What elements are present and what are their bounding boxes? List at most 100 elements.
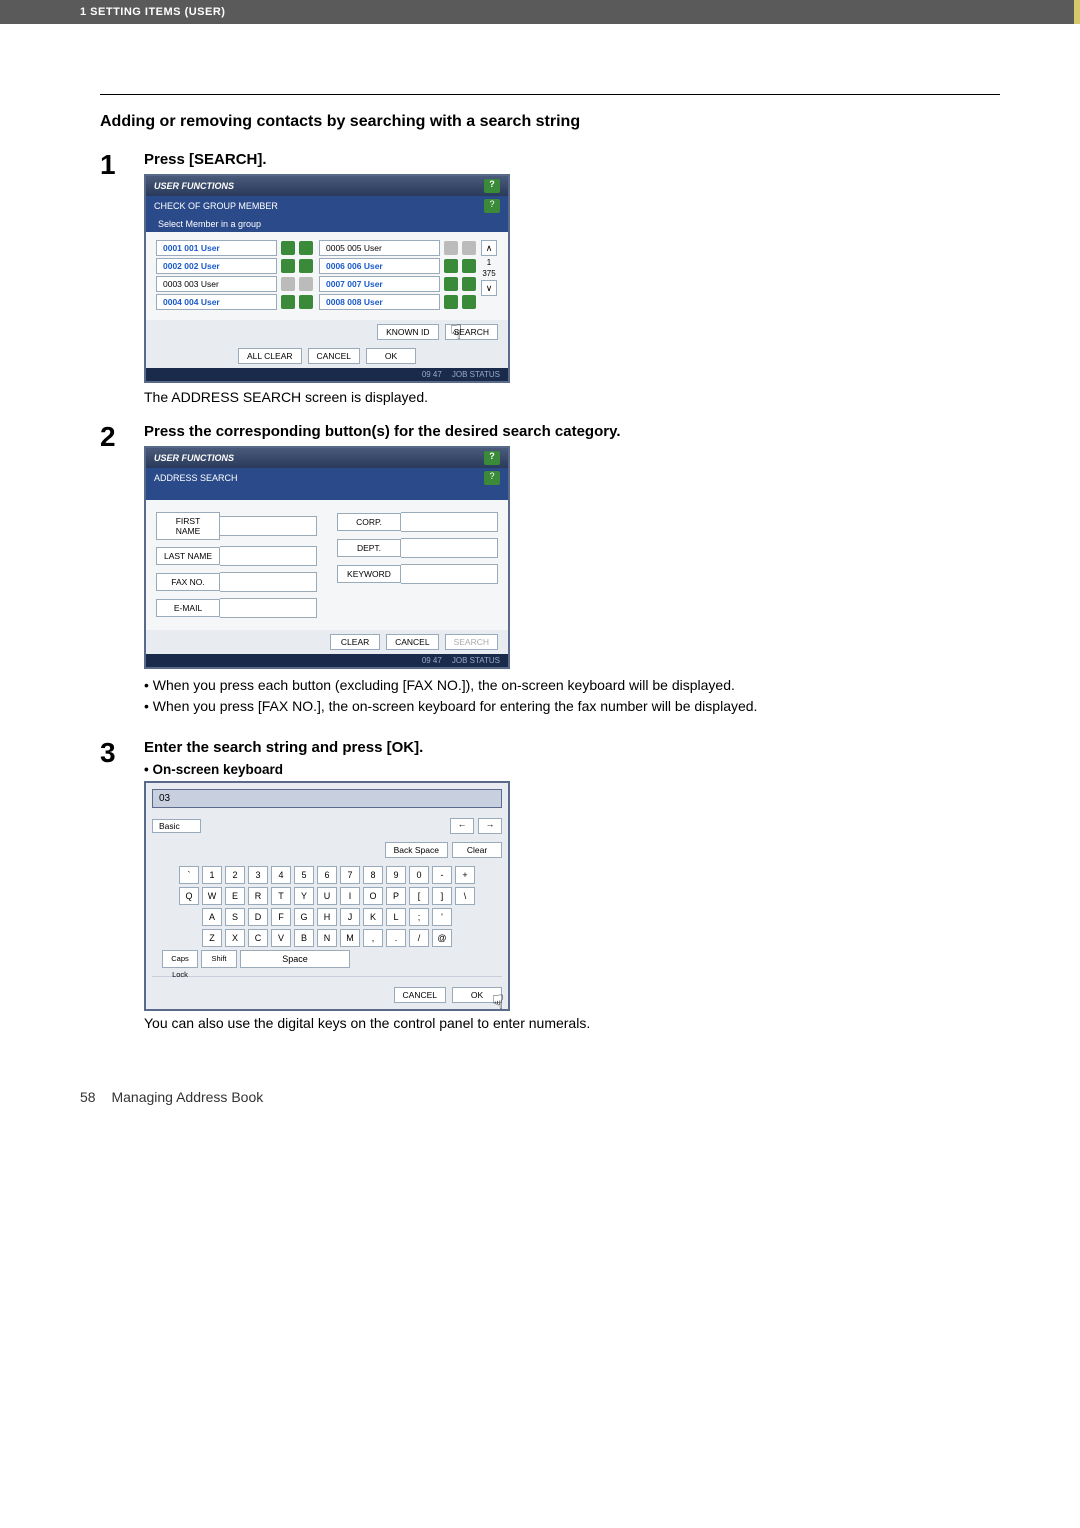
help-icon[interactable]: ? [484,451,500,465]
key[interactable]: O [363,887,383,905]
first-name-button[interactable]: FIRST NAME [156,512,220,540]
key[interactable]: I [340,887,360,905]
key[interactable]: 4 [271,866,291,884]
cancel-button[interactable]: CANCEL [386,634,438,650]
keyword-button[interactable]: KEYWORD [337,565,401,583]
mail-icon[interactable] [299,277,313,291]
key[interactable]: E [225,887,245,905]
corp-button[interactable]: CORP. [337,513,401,531]
key[interactable]: ' [432,908,452,926]
mail-icon[interactable] [462,241,476,255]
key[interactable]: 1 [202,866,222,884]
fax-icon[interactable] [444,277,458,291]
mail-icon[interactable] [299,295,313,309]
fax-icon[interactable] [281,295,295,309]
job-status[interactable]: JOB STATUS [452,656,500,665]
list-item[interactable]: 0006 006 User [319,258,440,274]
fax-icon[interactable] [281,259,295,273]
fax-icon[interactable] [281,277,295,291]
dept-button[interactable]: DEPT. [337,539,401,557]
email-button[interactable]: E-MAIL [156,599,220,617]
clear-button[interactable]: CLEAR [330,634,380,650]
key[interactable]: , [363,929,383,947]
key[interactable]: \ [455,887,475,905]
key[interactable]: 5 [294,866,314,884]
fax-icon[interactable] [444,241,458,255]
mail-icon[interactable] [299,259,313,273]
key[interactable]: ] [432,887,452,905]
key[interactable]: @ [432,929,452,947]
list-item[interactable]: 0003 003 User [156,276,277,292]
mail-icon[interactable] [462,295,476,309]
key[interactable]: F [271,908,291,926]
key[interactable]: Y [294,887,314,905]
key[interactable]: J [340,908,360,926]
mail-icon[interactable] [299,241,313,255]
nav-forward-button[interactable]: → [478,818,502,834]
key[interactable]: L [386,908,406,926]
key[interactable]: ; [409,908,429,926]
shift-key[interactable]: Shift [201,950,237,968]
keyboard-input[interactable]: 03 [152,789,502,808]
list-item[interactable]: 0001 001 User [156,240,277,256]
key[interactable]: A [202,908,222,926]
key[interactable]: B [294,929,314,947]
list-item[interactable]: 0005 005 User [319,240,440,256]
clear-button[interactable]: Clear [452,842,502,858]
key[interactable]: 9 [386,866,406,884]
key[interactable]: P [386,887,406,905]
nav-back-button[interactable]: ← [450,818,474,834]
key[interactable]: / [409,929,429,947]
key[interactable]: S [225,908,245,926]
help-icon[interactable]: ? [484,471,500,485]
fax-icon[interactable] [444,295,458,309]
key[interactable]: + [455,866,475,884]
last-name-button[interactable]: LAST NAME [156,547,220,565]
key[interactable]: U [317,887,337,905]
key[interactable]: C [248,929,268,947]
key[interactable]: 8 [363,866,383,884]
help-icon[interactable]: ? [484,179,500,193]
key[interactable]: - [432,866,452,884]
key[interactable]: D [248,908,268,926]
keyboard-mode-select[interactable]: Basic [152,819,201,833]
key[interactable]: 0 [409,866,429,884]
key[interactable]: T [271,887,291,905]
key[interactable]: Q [179,887,199,905]
list-item[interactable]: 0007 007 User [319,276,440,292]
known-id-button[interactable]: KNOWN ID [377,324,438,340]
fax-icon[interactable] [444,259,458,273]
list-item[interactable]: 0002 002 User [156,258,277,274]
scroll-down-button[interactable]: ∨ [481,280,497,296]
key[interactable]: 2 [225,866,245,884]
help-icon[interactable]: ? [484,199,500,213]
mail-icon[interactable] [462,259,476,273]
ok-button[interactable]: OK [366,348,416,364]
key[interactable]: K [363,908,383,926]
key[interactable]: N [317,929,337,947]
key[interactable]: 6 [317,866,337,884]
backspace-button[interactable]: Back Space [385,842,448,858]
fax-no-button[interactable]: FAX NO. [156,573,220,591]
all-clear-button[interactable]: ALL CLEAR [238,348,302,364]
key[interactable]: R [248,887,268,905]
key[interactable]: ` [179,866,199,884]
key[interactable]: V [271,929,291,947]
cancel-button[interactable]: CANCEL [394,987,446,1003]
list-item[interactable]: 0008 008 User [319,294,440,310]
cancel-button[interactable]: CANCEL [308,348,360,364]
key[interactable]: H [317,908,337,926]
job-status[interactable]: JOB STATUS [452,370,500,379]
key[interactable]: G [294,908,314,926]
key[interactable]: W [202,887,222,905]
fax-icon[interactable] [281,241,295,255]
list-item[interactable]: 0004 004 User [156,294,277,310]
key[interactable]: [ [409,887,429,905]
key[interactable]: M [340,929,360,947]
scroll-up-button[interactable]: ∧ [481,240,497,256]
key[interactable]: Z [202,929,222,947]
caps-lock-key[interactable]: Caps Lock [162,950,198,968]
key[interactable]: 3 [248,866,268,884]
key[interactable]: X [225,929,245,947]
space-key[interactable]: Space [240,950,350,968]
